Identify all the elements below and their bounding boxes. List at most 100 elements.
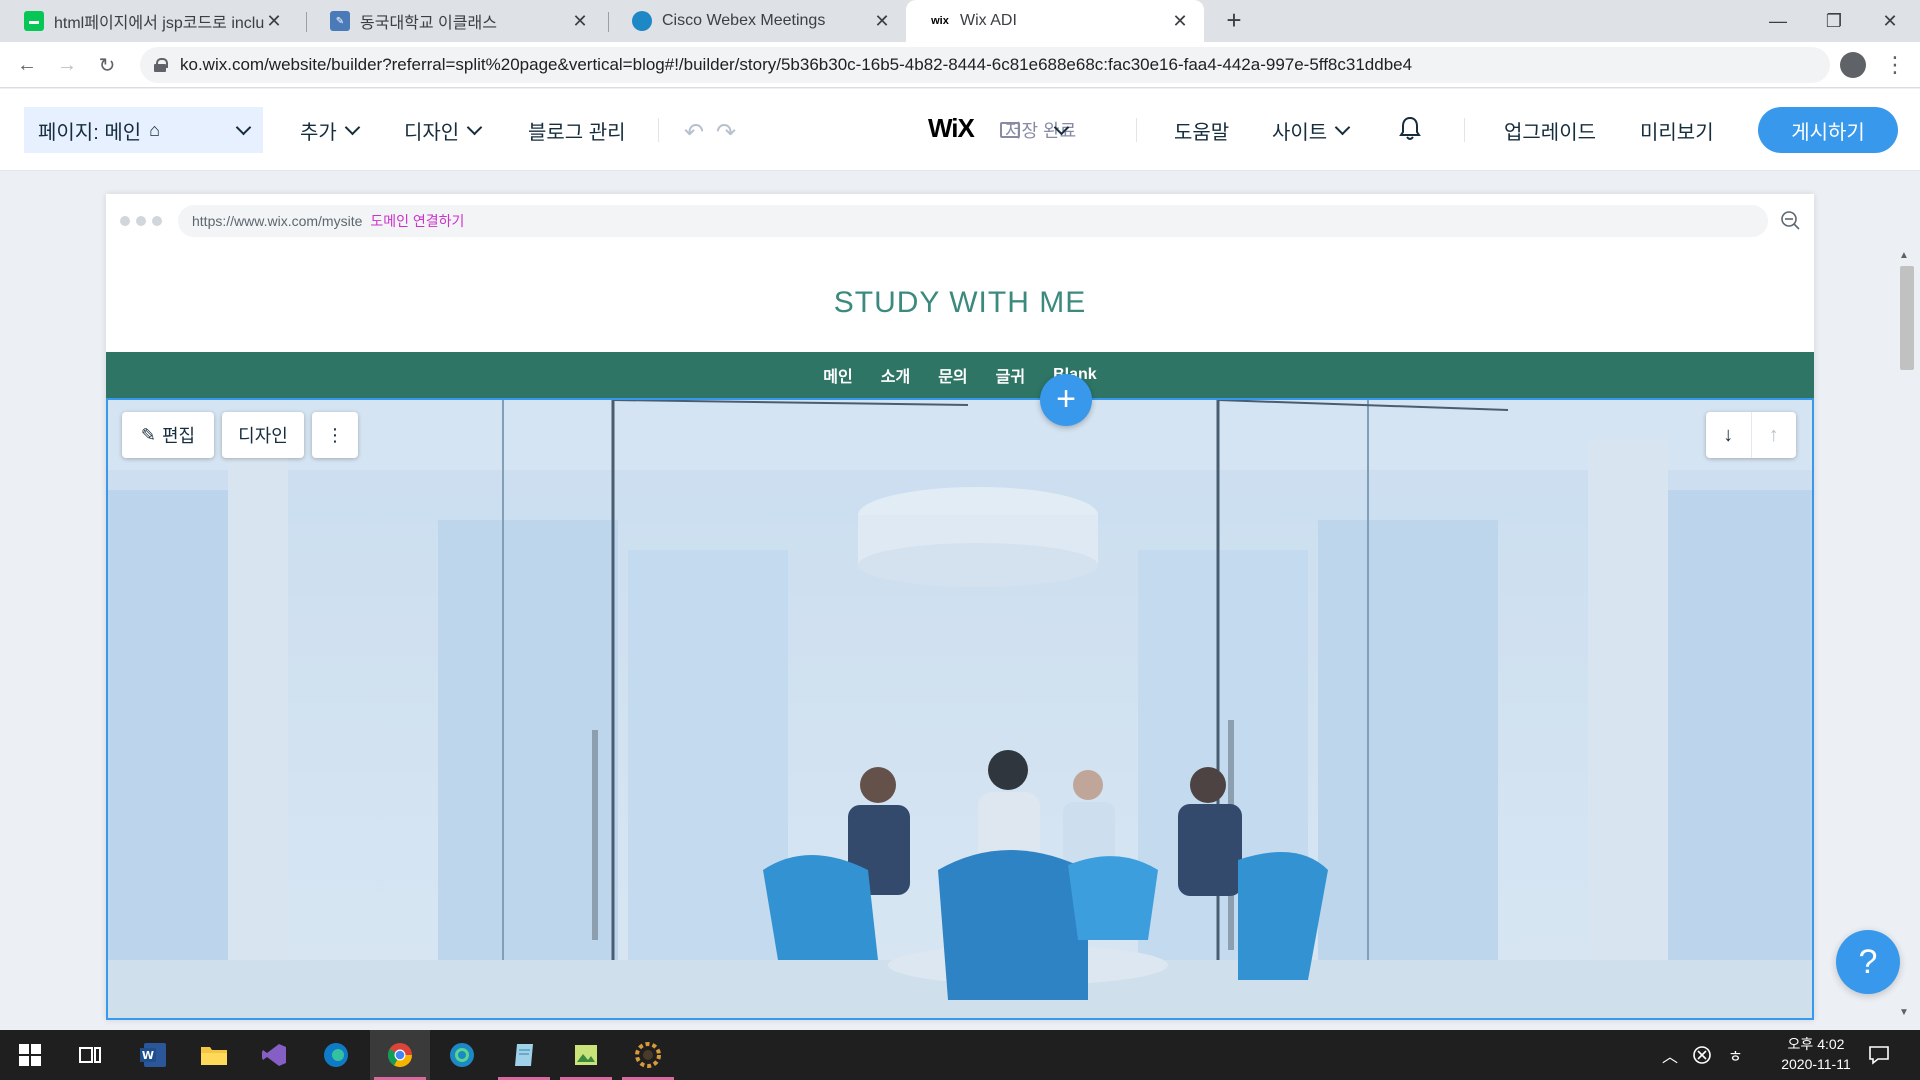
site-nav-item-quotes[interactable]: 글귀	[994, 363, 1027, 387]
upgrade-label: 업그레이드	[1504, 121, 1596, 144]
edit-button[interactable]: ✎ 편집	[122, 412, 214, 458]
line-icon: ▬	[24, 11, 44, 31]
device-switch[interactable]	[1000, 89, 1070, 171]
site-preview-frame: https://www.wix.com/mysite 도메인 연결하기 STUD…	[106, 194, 1814, 1020]
chevron-down-icon	[1053, 119, 1070, 135]
undo-icon[interactable]: ↶	[684, 118, 704, 147]
wix-logo: WiX	[928, 113, 975, 143]
meeting-room-photo	[108, 400, 1812, 1018]
browser-tab-3[interactable]: Cisco Webex Meetings ✕	[608, 0, 906, 42]
close-icon[interactable]: ✕	[264, 11, 284, 32]
preview-label: 미리보기	[1640, 121, 1714, 144]
clock-time: 오후 4:02	[1787, 1036, 1845, 1052]
scroll-up-arrow-icon[interactable]: ▲	[1899, 250, 1909, 261]
tab-title: Cisco Webex Meetings	[662, 12, 826, 29]
redo-icon[interactable]: ↷	[716, 118, 736, 147]
back-icon[interactable]: ←	[12, 50, 42, 80]
forward-icon[interactable]: →	[52, 50, 82, 80]
menu-design[interactable]: 디자인	[404, 89, 483, 171]
menu-help[interactable]: 도움말	[1174, 89, 1229, 171]
minimize-icon[interactable]: —	[1750, 0, 1806, 42]
home-icon: ⌂	[149, 119, 160, 140]
menu-add-label: 추가	[300, 121, 337, 144]
wix-icon: wix	[931, 15, 949, 27]
hero-strip-image[interactable]	[106, 398, 1814, 1020]
settings-gear-icon[interactable]	[618, 1030, 678, 1080]
window-close-icon[interactable]: ✕	[1862, 0, 1918, 42]
webex-icon	[632, 11, 652, 31]
close-icon[interactable]: ✕	[570, 11, 590, 32]
site-title[interactable]: STUDY WITH ME	[106, 286, 1814, 320]
divider	[1136, 118, 1137, 142]
notification-center-icon[interactable]	[1868, 1030, 1890, 1080]
upgrade-link[interactable]: 업그레이드	[1504, 89, 1596, 171]
add-section-button[interactable]: +	[1040, 374, 1092, 426]
clock-date: 2020-11-11	[1781, 1056, 1851, 1072]
more-options-button[interactable]: ⋮	[312, 412, 358, 458]
site-nav-item-contact[interactable]: 문의	[936, 363, 969, 387]
move-down-icon[interactable]: ↓	[1706, 412, 1751, 458]
restore-icon[interactable]: ❐	[1806, 0, 1862, 42]
browser-tab-1[interactable]: ▬ html페이지에서 jsp코드로 incluc ✕	[0, 0, 298, 42]
webex-icon[interactable]	[432, 1030, 492, 1080]
site-url-bar: https://www.wix.com/mysite 도메인 연결하기	[178, 205, 1768, 237]
browser-tab-4-active[interactable]: wix Wix ADI ✕	[906, 0, 1204, 42]
site-nav-item-main[interactable]: 메인	[821, 363, 854, 387]
edit-button-label: 편집	[161, 426, 196, 446]
reload-icon[interactable]: ↻	[92, 50, 122, 80]
windows-start-icon[interactable]	[0, 1030, 60, 1080]
address-bar[interactable]: ko.wix.com/website/builder?referral=spli…	[140, 47, 1830, 83]
word-icon[interactable]: W	[124, 1030, 184, 1080]
browser-tab-strip: ▬ html페이지에서 jsp코드로 incluc ✕ ✎ 동국대학교 이클래스…	[0, 0, 1920, 42]
divider	[658, 118, 659, 142]
tray-overflow-chevron-icon[interactable]: ︿	[1662, 1030, 1678, 1080]
menu-add[interactable]: 추가	[300, 89, 361, 171]
zoom-out-icon[interactable]	[1780, 210, 1800, 230]
frame-window-dots	[120, 216, 162, 226]
close-icon[interactable]: ✕	[1170, 11, 1190, 32]
profile-avatar-icon[interactable]	[1840, 52, 1866, 78]
chrome-icon[interactable]	[370, 1030, 430, 1080]
edge-icon[interactable]	[306, 1030, 366, 1080]
notifications-bell-icon[interactable]	[1399, 116, 1421, 142]
editor-vertical-scrollbar[interactable]: ▲ ▼	[1896, 246, 1916, 1020]
design-button[interactable]: 디자인	[222, 412, 304, 458]
menu-design-label: 디자인	[404, 121, 460, 144]
move-up-icon[interactable]: ↑	[1750, 412, 1797, 458]
desktop-monitor-icon	[1000, 122, 1020, 138]
menu-site-label: 사이트	[1272, 121, 1328, 144]
connect-domain-link[interactable]: 도메인 연결하기	[370, 211, 464, 231]
publish-button[interactable]: 게시하기	[1758, 107, 1898, 153]
new-tab-button[interactable]: +	[1220, 7, 1248, 35]
site-nav-item-about[interactable]: 소개	[879, 363, 912, 387]
input-method-icon[interactable]: ㅎ	[1728, 1030, 1743, 1080]
lock-icon	[154, 58, 168, 72]
section-move-buttons: ↓ ↑	[1706, 412, 1796, 458]
help-button[interactable]: ?	[1836, 930, 1900, 994]
menu-blog-manage[interactable]: 블로그 관리	[528, 89, 626, 171]
chevron-down-icon	[466, 119, 483, 135]
file-explorer-icon[interactable]	[184, 1030, 244, 1080]
close-icon[interactable]: ✕	[872, 11, 892, 32]
tab-title: 동국대학교 이클래스	[360, 15, 497, 32]
task-view-icon[interactable]	[60, 1030, 120, 1080]
system-clock[interactable]: 오후 4:02 2020-11-11	[1760, 1034, 1872, 1074]
page-selector[interactable]: 페이지: 메인 ⌂	[24, 107, 263, 153]
browser-tab-2[interactable]: ✎ 동국대학교 이클래스 ✕	[306, 0, 604, 42]
browser-menu-icon[interactable]: ⋮	[1884, 50, 1906, 80]
visual-studio-icon[interactable]	[244, 1030, 304, 1080]
image-viewer-icon[interactable]	[556, 1030, 616, 1080]
tab-title: html페이지에서 jsp코드로 incluc	[54, 15, 264, 32]
browser-toolbar: ← → ↻ ko.wix.com/website/builder?referra…	[0, 42, 1920, 88]
site-url: https://www.wix.com/mysite	[192, 213, 363, 229]
notepad-icon[interactable]	[494, 1030, 554, 1080]
menu-site[interactable]: 사이트	[1272, 89, 1351, 171]
scrollbar-thumb[interactable]	[1900, 266, 1914, 370]
site-navigation-menu[interactable]: 메인 소개 문의 글귀 Blank	[106, 352, 1814, 398]
scroll-down-arrow-icon[interactable]: ▼	[1899, 1007, 1909, 1018]
preview-link[interactable]: 미리보기	[1640, 89, 1714, 171]
menu-help-label: 도움말	[1174, 121, 1230, 144]
svg-text:W: W	[142, 1049, 154, 1062]
tray-status-icon[interactable]	[1692, 1030, 1712, 1080]
page-selector-label: 페이지: 메인	[38, 121, 142, 144]
